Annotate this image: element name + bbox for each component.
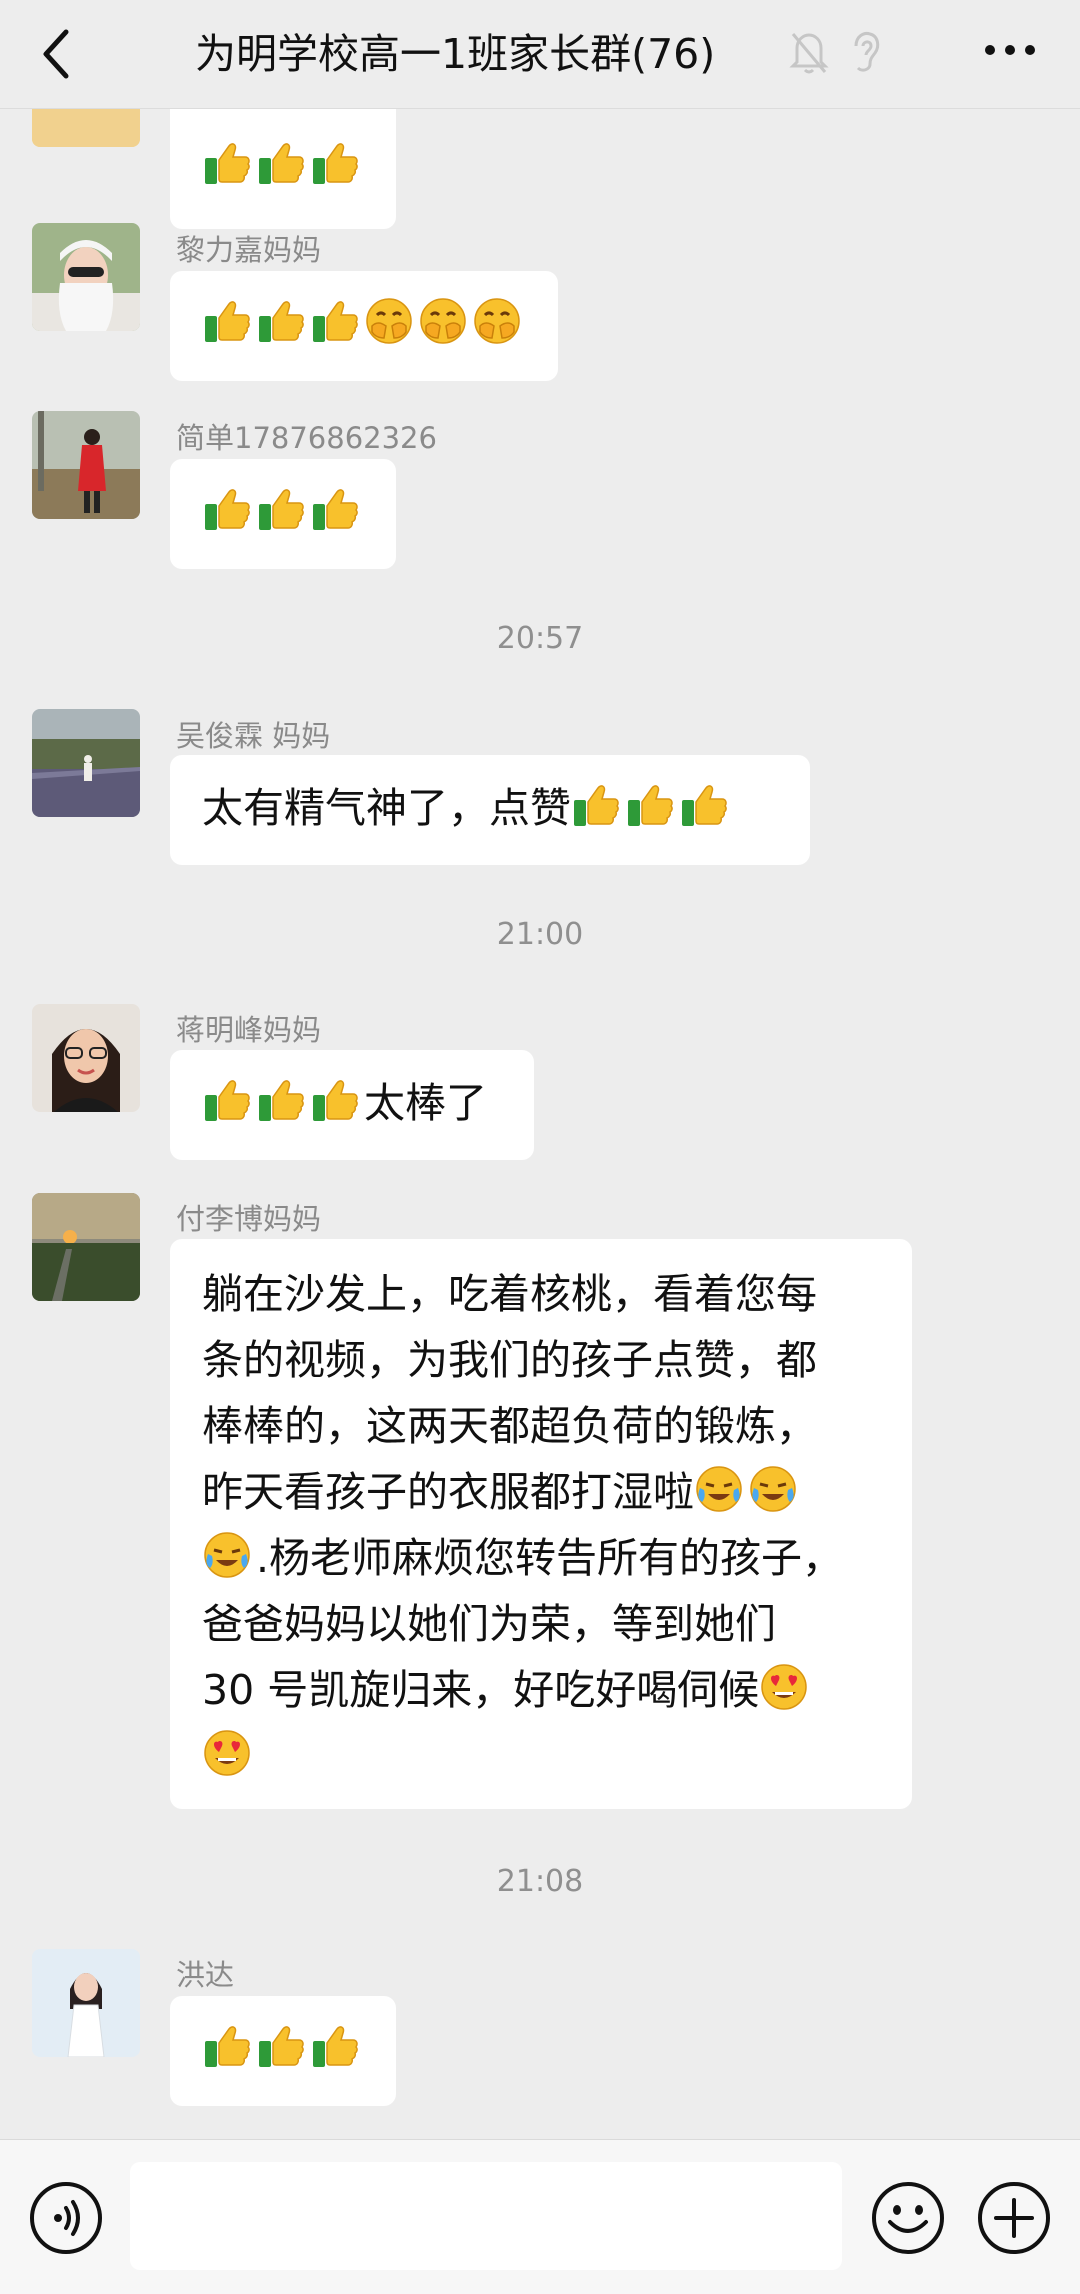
message-text-line: 条的视频，为我们的孩子点赞，都 <box>202 1336 817 1384</box>
message-bubble[interactable]: 太有精气神了，点赞 <box>170 755 810 865</box>
thumbs-up-icon <box>202 2021 252 2071</box>
heart-eyes-icon <box>759 1662 809 1712</box>
thumbs-up-icon <box>202 1075 252 1125</box>
chat-header: 为明学校高一1班家长群(76) <box>0 0 1080 109</box>
thumbs-up-icon <box>310 138 360 188</box>
thumbs-up-icon <box>571 780 621 830</box>
laugh-cry-icon <box>694 1464 744 1514</box>
ear-icon <box>854 32 880 72</box>
message-text-line: 躺在沙发上，吃着核桃，看着您每 <box>202 1270 817 1318</box>
thumbs-up-icon <box>310 1075 360 1125</box>
message-text-line: 昨天看孩子的衣服都打湿啦 <box>202 1468 694 1516</box>
sender-name: 吴俊霖 妈妈 <box>176 719 331 753</box>
thumbs-up-icon <box>310 484 360 534</box>
avatar[interactable] <box>32 709 140 817</box>
chevron-left-icon[interactable] <box>30 20 90 88</box>
avatar[interactable] <box>32 1004 140 1112</box>
message-input[interactable] <box>130 2162 842 2270</box>
grimace-icon <box>472 296 522 346</box>
sender-name: 洪达 <box>176 1958 235 1992</box>
thumbs-up-icon <box>256 296 306 346</box>
message-bubble[interactable]: 躺在沙发上，吃着核桃，看着您每 条的视频，为我们的孩子点赞，都 棒棒的，这两天都… <box>170 1239 912 1809</box>
laugh-cry-icon <box>748 1464 798 1514</box>
timestamp: 20:57 <box>496 621 584 656</box>
message-list[interactable]: 黎力嘉妈妈 简单17876862326 20:57 吴俊霖 妈妈 太有精气神了，… <box>0 109 1080 2139</box>
smile-icon[interactable] <box>870 2180 946 2256</box>
chat-title[interactable]: 为明学校高一1班家长群(76) <box>195 22 715 86</box>
voice-icon[interactable] <box>28 2180 104 2256</box>
thumbs-up-icon <box>202 484 252 534</box>
emoji-row <box>202 142 364 190</box>
sender-name: 蒋明峰妈妈 <box>176 1013 322 1047</box>
thumbs-up-icon <box>310 296 360 346</box>
thumbs-up-icon <box>202 138 252 188</box>
avatar[interactable] <box>32 223 140 331</box>
avatar[interactable] <box>32 411 140 519</box>
avatar[interactable] <box>32 1949 140 2057</box>
thumbs-up-icon <box>256 138 306 188</box>
avatar[interactable] <box>32 109 140 147</box>
thumbs-up-icon <box>625 780 675 830</box>
plus-icon[interactable] <box>976 2180 1052 2256</box>
message-bubble[interactable] <box>170 459 396 569</box>
thumbs-up-icon <box>679 780 729 830</box>
timestamp: 21:08 <box>496 1864 584 1899</box>
grimace-icon <box>418 296 468 346</box>
message-bubble[interactable]: 太棒了 <box>170 1050 534 1160</box>
message-bubble[interactable] <box>170 271 558 381</box>
more-dots-icon[interactable] <box>980 30 1040 70</box>
message-text-line: .杨老师麻烦您转告所有的孩子， <box>256 1534 844 1582</box>
sender-name: 黎力嘉妈妈 <box>176 233 322 267</box>
message-bubble[interactable] <box>170 109 396 229</box>
thumbs-up-icon <box>256 484 306 534</box>
message-bubble[interactable] <box>170 1996 396 2106</box>
thumbs-up-icon <box>202 296 252 346</box>
sender-name: 简单17876862326 <box>176 421 437 455</box>
message-text: 太棒了 <box>364 1079 487 1127</box>
message-text-line: 爸爸妈妈以她们为荣，等到她们 <box>202 1600 776 1648</box>
heart-eyes-icon <box>202 1728 252 1778</box>
avatar[interactable] <box>32 1193 140 1301</box>
message-text-line: 棒棒的，这两天都超负荷的锻炼， <box>202 1402 817 1450</box>
bell-off-icon <box>789 33 829 74</box>
thumbs-up-icon <box>310 2021 360 2071</box>
sender-name: 付李博妈妈 <box>176 1202 322 1236</box>
grimace-icon <box>364 296 414 346</box>
timestamp: 21:00 <box>496 917 584 952</box>
thumbs-up-icon <box>256 2021 306 2071</box>
message-text-line: 30 号凯旋归来，好吃好喝伺候 <box>202 1666 760 1714</box>
message-text: 太有精气神了，点赞 <box>202 784 571 832</box>
input-bar <box>0 2139 1080 2294</box>
thumbs-up-icon <box>256 1075 306 1125</box>
laugh-cry-icon <box>202 1530 252 1580</box>
